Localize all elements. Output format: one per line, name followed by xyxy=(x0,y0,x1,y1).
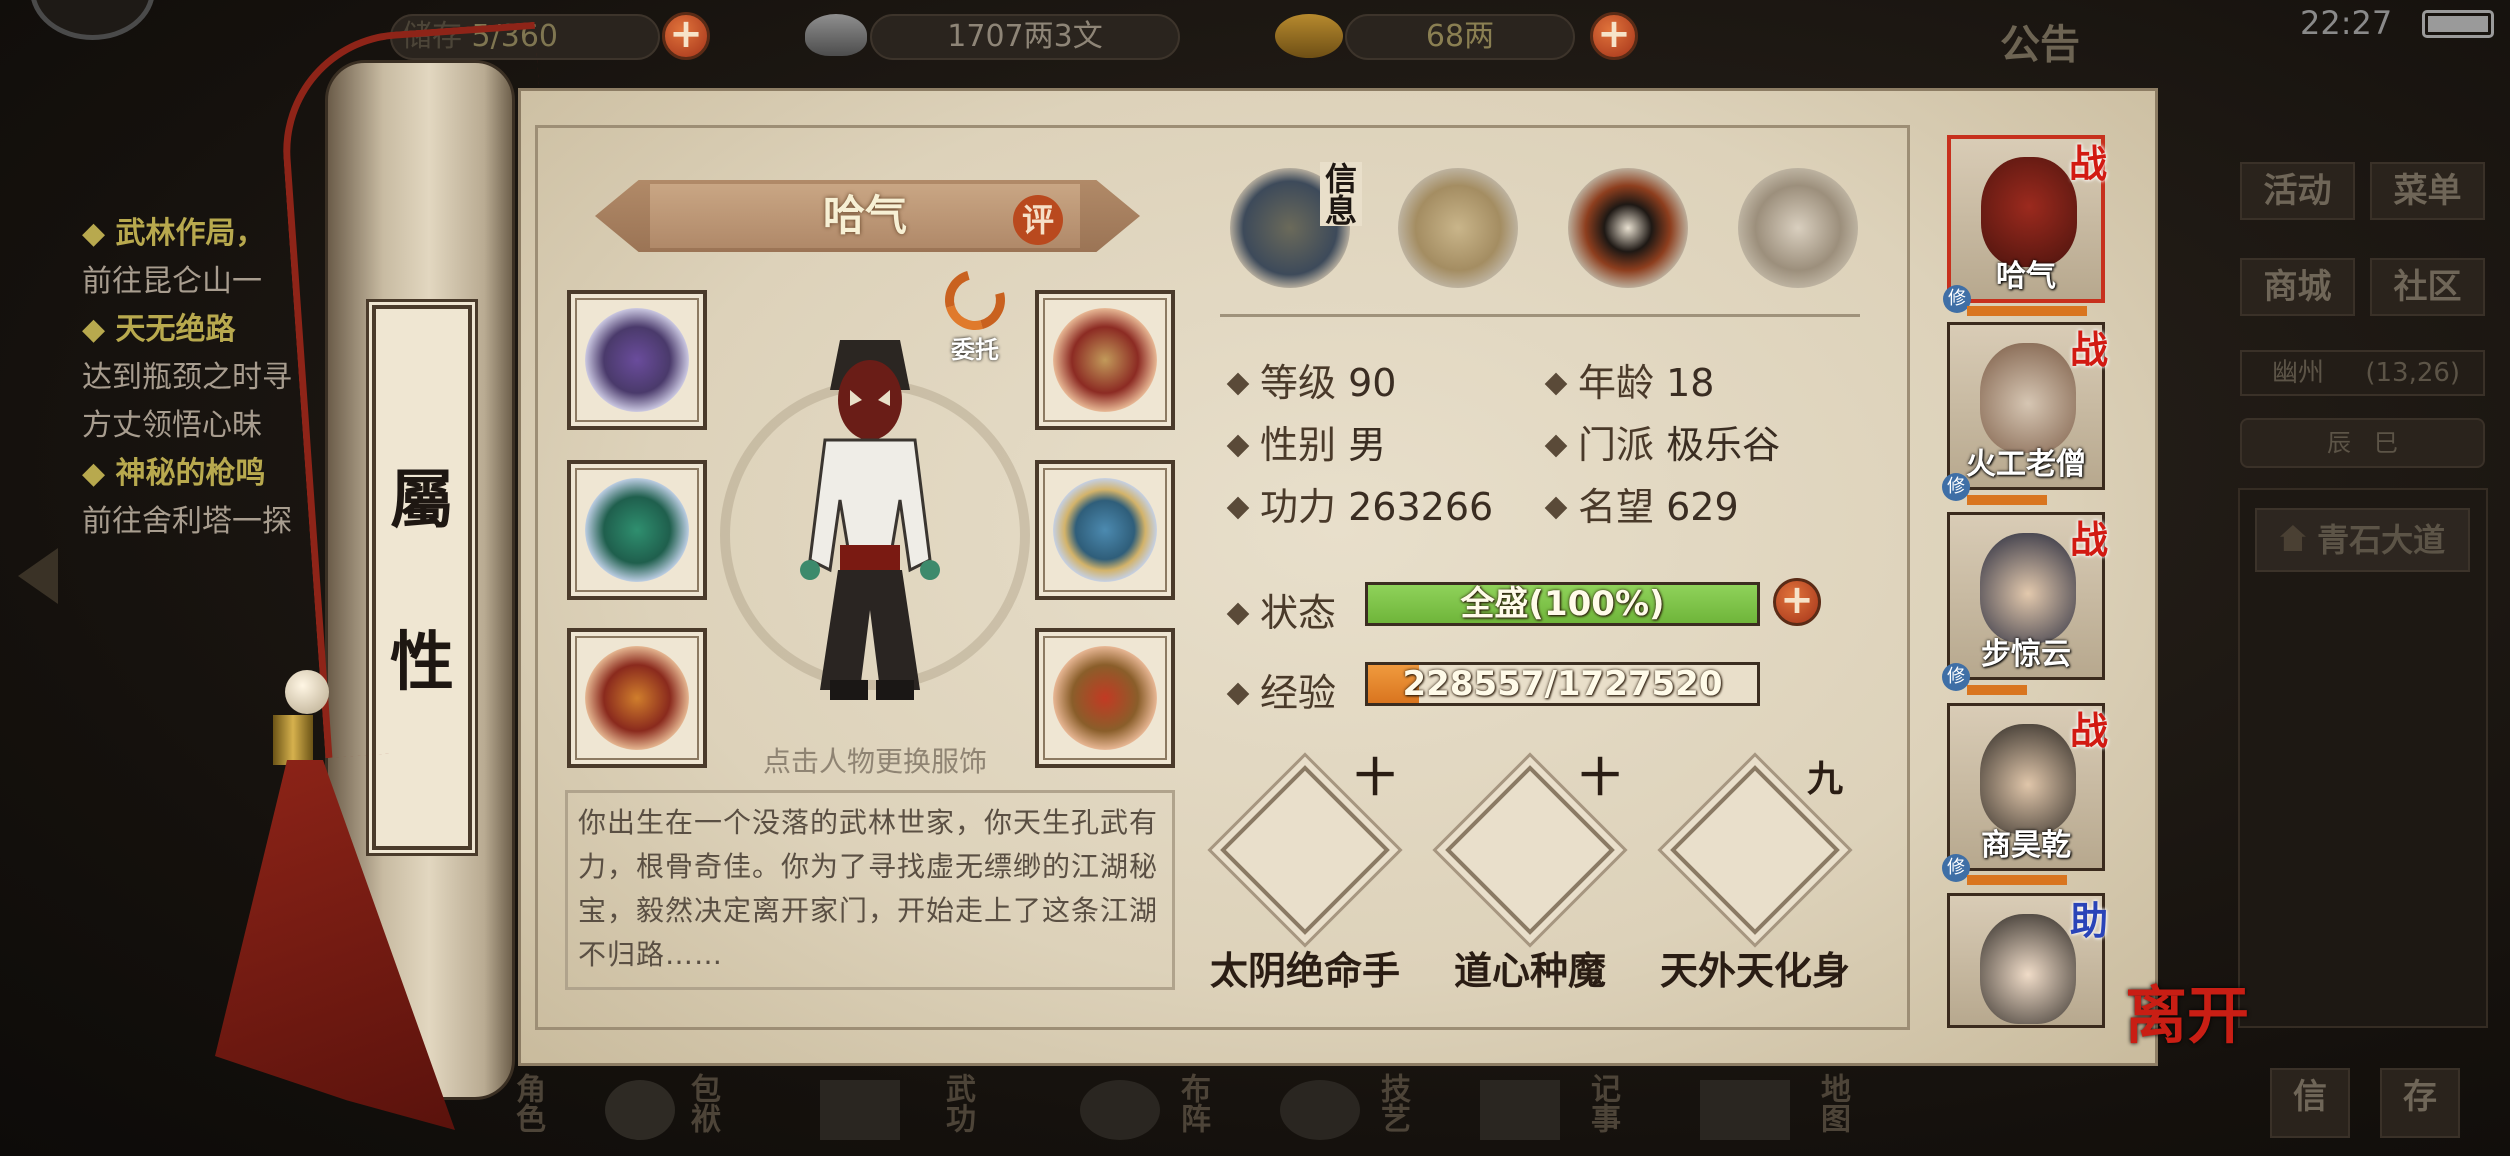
skull-ring-icon xyxy=(585,646,689,750)
character-bio: 你出生在一个没落的武林世家，你天生孔武有力，根骨奇佳。你为了寻找虚无缥缈的江湖秘… xyxy=(565,790,1175,990)
party-member-2[interactable]: 火工老僧 战 修 xyxy=(1942,322,2108,501)
formation-icon xyxy=(1080,1080,1160,1140)
announcement-button[interactable]: 公告 xyxy=(2000,12,2080,70)
time-dial: 辰 巳 xyxy=(2240,418,2485,468)
nav-character[interactable]: 角色 xyxy=(505,1073,549,1133)
stat-fame: 名望 629 xyxy=(1544,476,1739,531)
equip-slot-ring[interactable] xyxy=(567,628,707,768)
stats-divider xyxy=(1220,314,1860,317)
rate-button[interactable]: 评 xyxy=(1013,195,1063,245)
exp-bar: 228557/1727520 xyxy=(1365,662,1760,706)
community-button[interactable]: 社区 xyxy=(2370,258,2485,316)
status-restore-button[interactable]: + xyxy=(1773,578,1821,626)
stat-status-label: 状态 xyxy=(1226,582,1336,637)
place-button[interactable]: 青石大道 xyxy=(2255,508,2470,572)
house-icon xyxy=(2279,525,2306,551)
member-progress xyxy=(1967,685,2027,695)
gauntlet-icon xyxy=(585,308,689,412)
party-member-1[interactable]: 哈气 战 修 xyxy=(1943,135,2107,313)
bowl-helmet-icon xyxy=(1053,308,1157,412)
avatar xyxy=(1980,343,2076,453)
claw-glove-icon xyxy=(585,478,689,582)
change-outfit-hint[interactable]: 点击人物更换服饰 xyxy=(725,740,1025,780)
skill-level: 十 xyxy=(1580,755,1620,801)
equip-slot-gloves[interactable] xyxy=(567,290,707,430)
nav-journal[interactable]: 记事 xyxy=(1580,1073,1624,1133)
nav-map[interactable]: 地图 xyxy=(1810,1073,1854,1133)
nav-formation[interactable]: 布阵 xyxy=(1170,1073,1214,1133)
clock: 22:27 xyxy=(2300,4,2393,42)
body-meridian-icon[interactable] xyxy=(1738,168,1858,288)
member-progress xyxy=(1967,306,2087,316)
tassel-cap xyxy=(273,715,313,765)
amulet-icon xyxy=(1053,646,1157,750)
stat-age: 年龄 18 xyxy=(1544,352,1714,407)
gold-amount: 68两 xyxy=(1345,14,1575,60)
armor-icon xyxy=(1053,478,1157,582)
character-model[interactable] xyxy=(770,320,970,720)
entrust-button[interactable]: 委托 xyxy=(934,259,1016,364)
map-icon xyxy=(1700,1080,1790,1140)
battery-icon xyxy=(2422,10,2494,38)
bag-expand-button[interactable]: + xyxy=(662,12,710,60)
scroll-map-icon[interactable] xyxy=(1398,168,1518,288)
tassel-bead xyxy=(285,670,329,714)
stat-sect: 门派 极乐谷 xyxy=(1544,414,1780,469)
shop-button[interactable]: 商城 xyxy=(2240,258,2355,316)
silver-amount: 1707两3文 xyxy=(870,14,1180,60)
equip-slot-amulet[interactable] xyxy=(1035,628,1175,768)
craft-icon xyxy=(1280,1080,1360,1140)
bagua-icon[interactable] xyxy=(1568,168,1688,288)
status-bar: 全盛(100%) xyxy=(1365,582,1760,626)
menu-button[interactable]: 菜单 xyxy=(2370,162,2485,220)
character-figure-icon xyxy=(800,340,940,700)
tassel-cord xyxy=(275,21,585,759)
avatar xyxy=(1980,914,2076,1024)
game-screen: 储存 5/360 + 1707两3文 68两 + 公告 22:27 ◆ 武林作局… xyxy=(0,0,2510,1156)
equip-slot-helmet[interactable] xyxy=(1035,290,1175,430)
stat-exp-label: 经验 xyxy=(1226,662,1336,717)
exit-button[interactable]: 离开 xyxy=(2125,965,2249,1055)
equip-slot-armor[interactable] xyxy=(1035,460,1175,600)
party-member-5[interactable]: 助 xyxy=(1947,893,2108,1028)
party-member-3[interactable]: 步惊云 战 修 xyxy=(1942,512,2108,691)
nav-bag[interactable]: 包袱 xyxy=(680,1073,724,1133)
books-icon xyxy=(820,1080,900,1140)
save-button[interactable]: 存 xyxy=(2380,1068,2460,1138)
skill-level: 九 xyxy=(1807,759,1844,800)
party-member-4[interactable]: 商昊乾 战 修 xyxy=(1942,703,2108,882)
info-tab-label: 信息 xyxy=(1320,162,1362,226)
stat-power: 功力 263266 xyxy=(1226,476,1493,531)
character-name: 哈气 xyxy=(822,191,907,240)
nav-skills[interactable]: 技艺 xyxy=(1370,1073,1414,1133)
nav-martial-arts[interactable]: 武功 xyxy=(935,1073,979,1133)
refresh-arrows-icon xyxy=(934,259,1016,341)
avatar xyxy=(1980,724,2076,834)
gold-ingot-icon xyxy=(1275,14,1343,58)
journal-icon xyxy=(1480,1080,1560,1140)
skill-name: 太阴绝命手 xyxy=(1209,949,1400,993)
menu-orb-icon[interactable] xyxy=(30,0,155,40)
silver-icon xyxy=(805,14,867,56)
skill-name: 道心种魔 xyxy=(1453,949,1606,993)
bottom-nav: 角色 包袱 武功 布阵 技艺 记事 地图 xyxy=(480,1065,2340,1156)
avatar xyxy=(1980,533,2076,643)
equip-slot-hands[interactable] xyxy=(567,460,707,600)
activity-button[interactable]: 活动 xyxy=(2240,162,2355,220)
member-progress xyxy=(1967,495,2047,505)
skill-name: 天外天化身 xyxy=(1659,949,1850,993)
member-progress xyxy=(1967,875,2067,885)
stat-gender: 性别 男 xyxy=(1226,414,1386,469)
location-bar: 幽州 (13,26) xyxy=(2240,350,2485,396)
stat-level: 等级 90 xyxy=(1226,352,1396,407)
collapse-left-arrow-icon[interactable] xyxy=(18,548,58,604)
skill-level: 十 xyxy=(1355,755,1395,801)
gold-recharge-button[interactable]: + xyxy=(1590,12,1638,60)
bag-icon xyxy=(605,1080,675,1140)
